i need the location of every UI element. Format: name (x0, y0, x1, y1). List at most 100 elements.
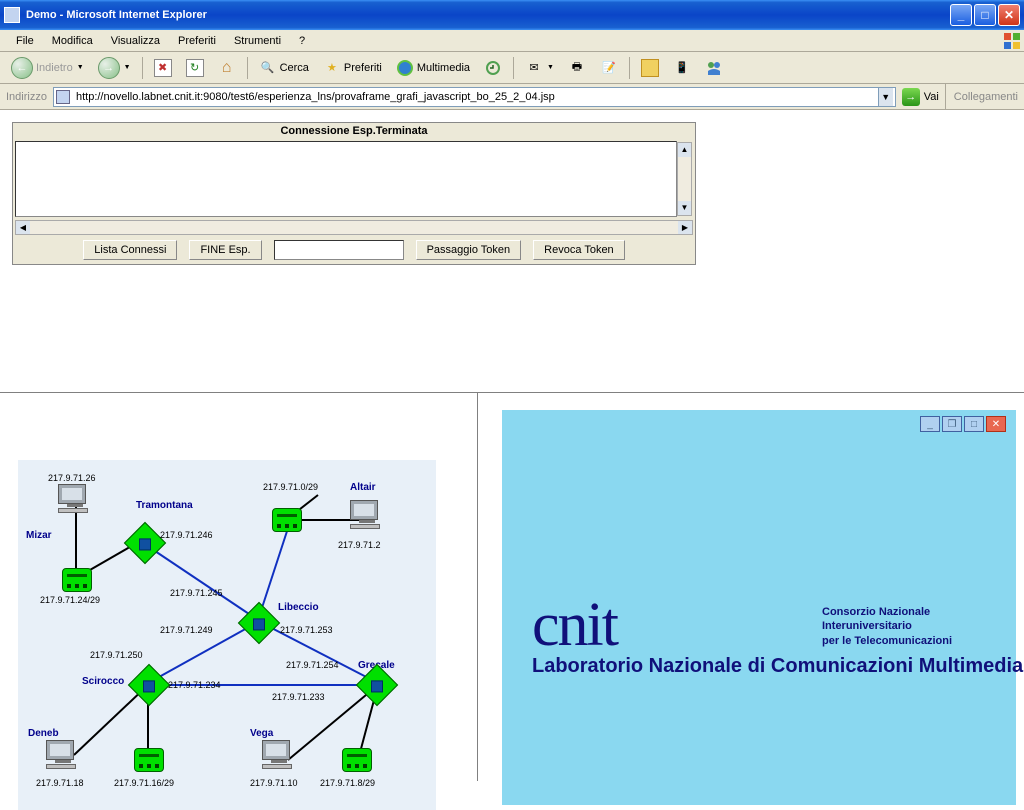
print-button[interactable]: 🖶 (563, 56, 591, 80)
deneb-subnet: 217.9.71.16/29 (114, 778, 174, 788)
links-label[interactable]: Collegamenti (945, 84, 1018, 109)
home-button[interactable]: ⌂ (213, 56, 241, 80)
inner-minimize-button[interactable]: _ (920, 416, 940, 432)
revoca-token-button[interactable]: Revoca Token (533, 240, 625, 260)
tramontana-ip: 217.9.71.246 (160, 530, 213, 540)
favicon (56, 90, 70, 104)
mail-button[interactable]: ✉▼ (520, 56, 559, 80)
home-icon: ⌂ (218, 59, 236, 77)
log-vscroll[interactable]: ▲ ▼ (677, 142, 692, 216)
grecale-ip-up: 217.9.71.254 (286, 660, 339, 670)
star-icon: ★ (323, 59, 341, 77)
log-hscroll[interactable]: ◀ ▶ (15, 220, 693, 235)
lab-title: Laboratorio Nazionale di Comunicazioni M… (532, 655, 1024, 678)
log-area: ▲ ▼ (13, 139, 695, 219)
vega-subnet: 217.9.71.8/29 (320, 778, 375, 788)
scirocco-label: Scirocco (82, 676, 124, 687)
deneb-ip: 217.9.71.18 (36, 778, 84, 788)
button-row: Lista Connessi FINE Esp. Passaggio Token… (13, 236, 695, 264)
history-button[interactable] (479, 56, 507, 80)
go-arrow-icon: → (902, 88, 920, 106)
messenger-icon (705, 59, 723, 77)
window-title: Demo - Microsoft Internet Explorer (26, 9, 207, 21)
scirocco-ip-up: 217.9.71.250 (90, 650, 143, 660)
history-icon (484, 59, 502, 77)
discuss-icon (641, 59, 659, 77)
maximize-button[interactable]: □ (974, 4, 996, 26)
address-dropdown[interactable]: ▼ (878, 88, 893, 106)
frame-horizontal-divider (0, 392, 1024, 393)
address-bar: Indirizzo ▼ → Vai Collegamenti (0, 84, 1024, 110)
close-button[interactable]: ✕ (998, 4, 1020, 26)
menu-help[interactable]: ? (291, 33, 313, 49)
fine-esp-button[interactable]: FINE Esp. (189, 240, 261, 260)
windows-flag-icon (1003, 32, 1021, 50)
altair-computer-icon[interactable] (350, 500, 384, 530)
media-button[interactable]: Multimedia (391, 56, 475, 80)
mizar-label: Mizar (26, 530, 52, 541)
messenger-button[interactable] (700, 56, 728, 80)
altair-ip: 217.9.71.2 (338, 540, 381, 550)
passaggio-token-button[interactable]: Passaggio Token (416, 240, 522, 260)
altair-label: Altair (350, 482, 376, 493)
libeccio-ip-right: 217.9.71.253 (280, 625, 333, 635)
mizar-ip: 217.9.71.26 (48, 473, 96, 483)
menu-file[interactable]: File (8, 33, 42, 49)
mail-icon: ✉ (525, 59, 543, 77)
scirocco-ip-right: 217.9.71.234 (168, 680, 221, 690)
mizar-subnet: 217.9.71.24/29 (40, 595, 100, 605)
search-button[interactable]: 🔍 Cerca (254, 56, 314, 80)
forward-icon: → (98, 57, 120, 79)
token-input[interactable] (274, 240, 404, 260)
lista-connessi-button[interactable]: Lista Connessi (83, 240, 177, 260)
menu-edit[interactable]: Modifica (44, 33, 101, 49)
menu-tools[interactable]: Strumenti (226, 33, 289, 49)
research-button[interactable]: 📱 (668, 56, 696, 80)
scroll-up-button[interactable]: ▲ (678, 143, 691, 157)
scroll-left-button[interactable]: ◀ (16, 221, 30, 234)
favorites-button[interactable]: ★ Preferiti (318, 56, 387, 80)
inner-close-button[interactable]: ✕ (986, 416, 1006, 432)
refresh-button[interactable]: ↻ (181, 56, 209, 80)
back-button[interactable]: ← Indietro ▼ (6, 54, 89, 82)
scroll-right-button[interactable]: ▶ (678, 221, 692, 234)
mizar-router-icon[interactable] (62, 568, 92, 592)
address-label: Indirizzo (6, 91, 47, 103)
vega-label: Vega (250, 728, 273, 739)
page-content: Connessione Esp.Terminata ▲ ▼ ◀ ▶ Lista … (0, 110, 1024, 781)
minimize-button[interactable]: _ (950, 4, 972, 26)
grecale-ip-left: 217.9.71.233 (272, 692, 325, 702)
toolbar: ← Indietro ▼ → ▼ ✖ ↻ ⌂ 🔍 Cerca ★ Preferi… (0, 52, 1024, 84)
menu-favorites[interactable]: Preferiti (170, 33, 224, 49)
inner-window-button[interactable]: ❐ (942, 416, 962, 432)
inner-maximize-button[interactable]: □ (964, 416, 984, 432)
media-icon (396, 59, 414, 77)
menu-view[interactable]: Visualizza (103, 33, 168, 49)
edit-icon: 📝 (600, 59, 618, 77)
research-icon: 📱 (673, 59, 691, 77)
network-graph: 217.9.71.26 Mizar 217.9.71.24/29 Tramont… (18, 460, 436, 810)
tramontana-label: Tramontana (136, 500, 193, 511)
deneb-label: Deneb (28, 728, 59, 739)
forward-button[interactable]: → ▼ (93, 54, 136, 82)
url-input[interactable] (74, 90, 878, 104)
go-button[interactable]: → Vai (902, 88, 939, 106)
search-icon: 🔍 (259, 59, 277, 77)
deneb-router-icon[interactable] (134, 748, 164, 772)
scroll-down-button[interactable]: ▼ (678, 201, 691, 215)
vega-computer-icon[interactable] (262, 740, 296, 770)
vega-router-icon[interactable] (342, 748, 372, 772)
vega-ip: 217.9.71.10 (250, 778, 298, 788)
frame-vertical-divider (477, 392, 478, 781)
altair-router-icon[interactable] (272, 508, 302, 532)
deneb-computer-icon[interactable] (46, 740, 80, 770)
libeccio-ip-up: 217.9.71.245 (170, 588, 223, 598)
mizar-computer-icon[interactable] (58, 484, 92, 514)
stop-button[interactable]: ✖ (149, 56, 177, 80)
discuss-button[interactable] (636, 56, 664, 80)
print-icon: 🖶 (568, 59, 586, 77)
edit-button[interactable]: 📝 (595, 56, 623, 80)
address-input-wrap: ▼ (53, 87, 896, 107)
control-panel: Connessione Esp.Terminata ▲ ▼ ◀ ▶ Lista … (12, 122, 696, 265)
refresh-icon: ↻ (186, 59, 204, 77)
